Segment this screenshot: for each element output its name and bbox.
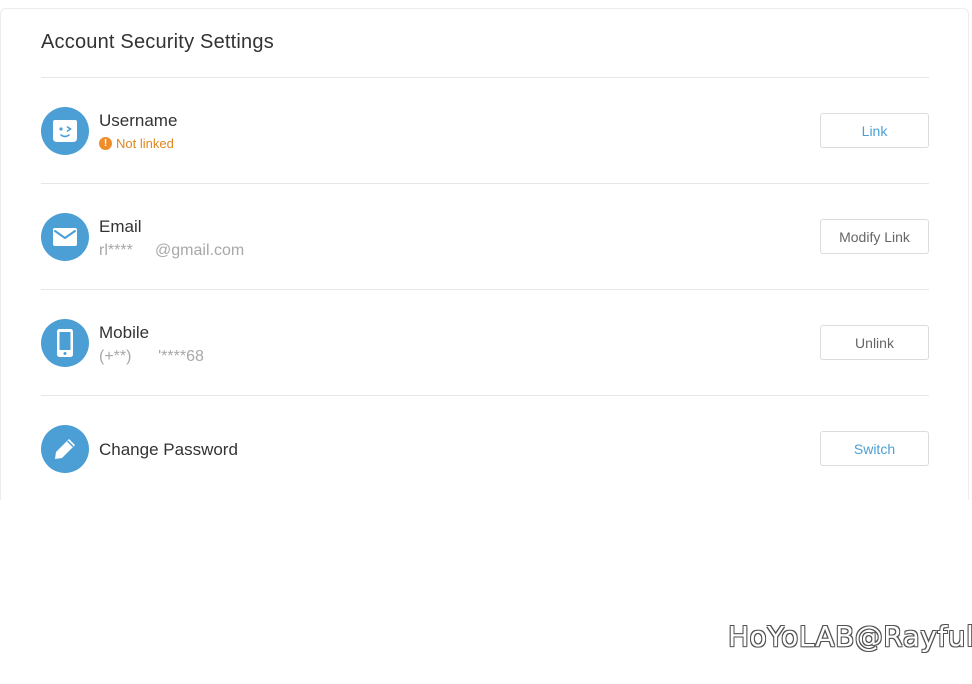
email-row: Email rl**** @gmail.com Modify Link [41, 184, 929, 289]
email-value: rl**** @gmail.com [99, 242, 245, 259]
change-password-row: Change Password Switch [41, 396, 929, 501]
watermark: HoYoLAB@Rayful [728, 620, 972, 653]
pencil-icon [41, 425, 89, 473]
mobile-value: (+**) '****68 [99, 348, 204, 365]
not-linked-status: ! Not linked [99, 136, 174, 151]
mobile-label: Mobile [99, 323, 150, 342]
face-icon [41, 107, 89, 155]
change-password-label: Change Password [99, 440, 238, 459]
page-title: Account Security Settings [41, 31, 274, 53]
unlink-button[interactable]: Unlink [820, 325, 929, 360]
status-text: Not linked [116, 136, 174, 151]
username-row: Username ! Not linked Link [41, 78, 929, 183]
account-security-card: Account Security Settings Username ! Not… [0, 8, 969, 500]
warning-icon: ! [99, 137, 112, 150]
phone-icon [41, 319, 89, 367]
mobile-row: Mobile (+**) '****68 Unlink [41, 290, 929, 395]
envelope-icon [41, 213, 89, 261]
link-button[interactable]: Link [820, 113, 929, 148]
username-label: Username [99, 111, 178, 130]
modify-link-button[interactable]: Modify Link [820, 219, 929, 254]
switch-button[interactable]: Switch [820, 431, 929, 466]
email-label: Email [99, 217, 142, 236]
